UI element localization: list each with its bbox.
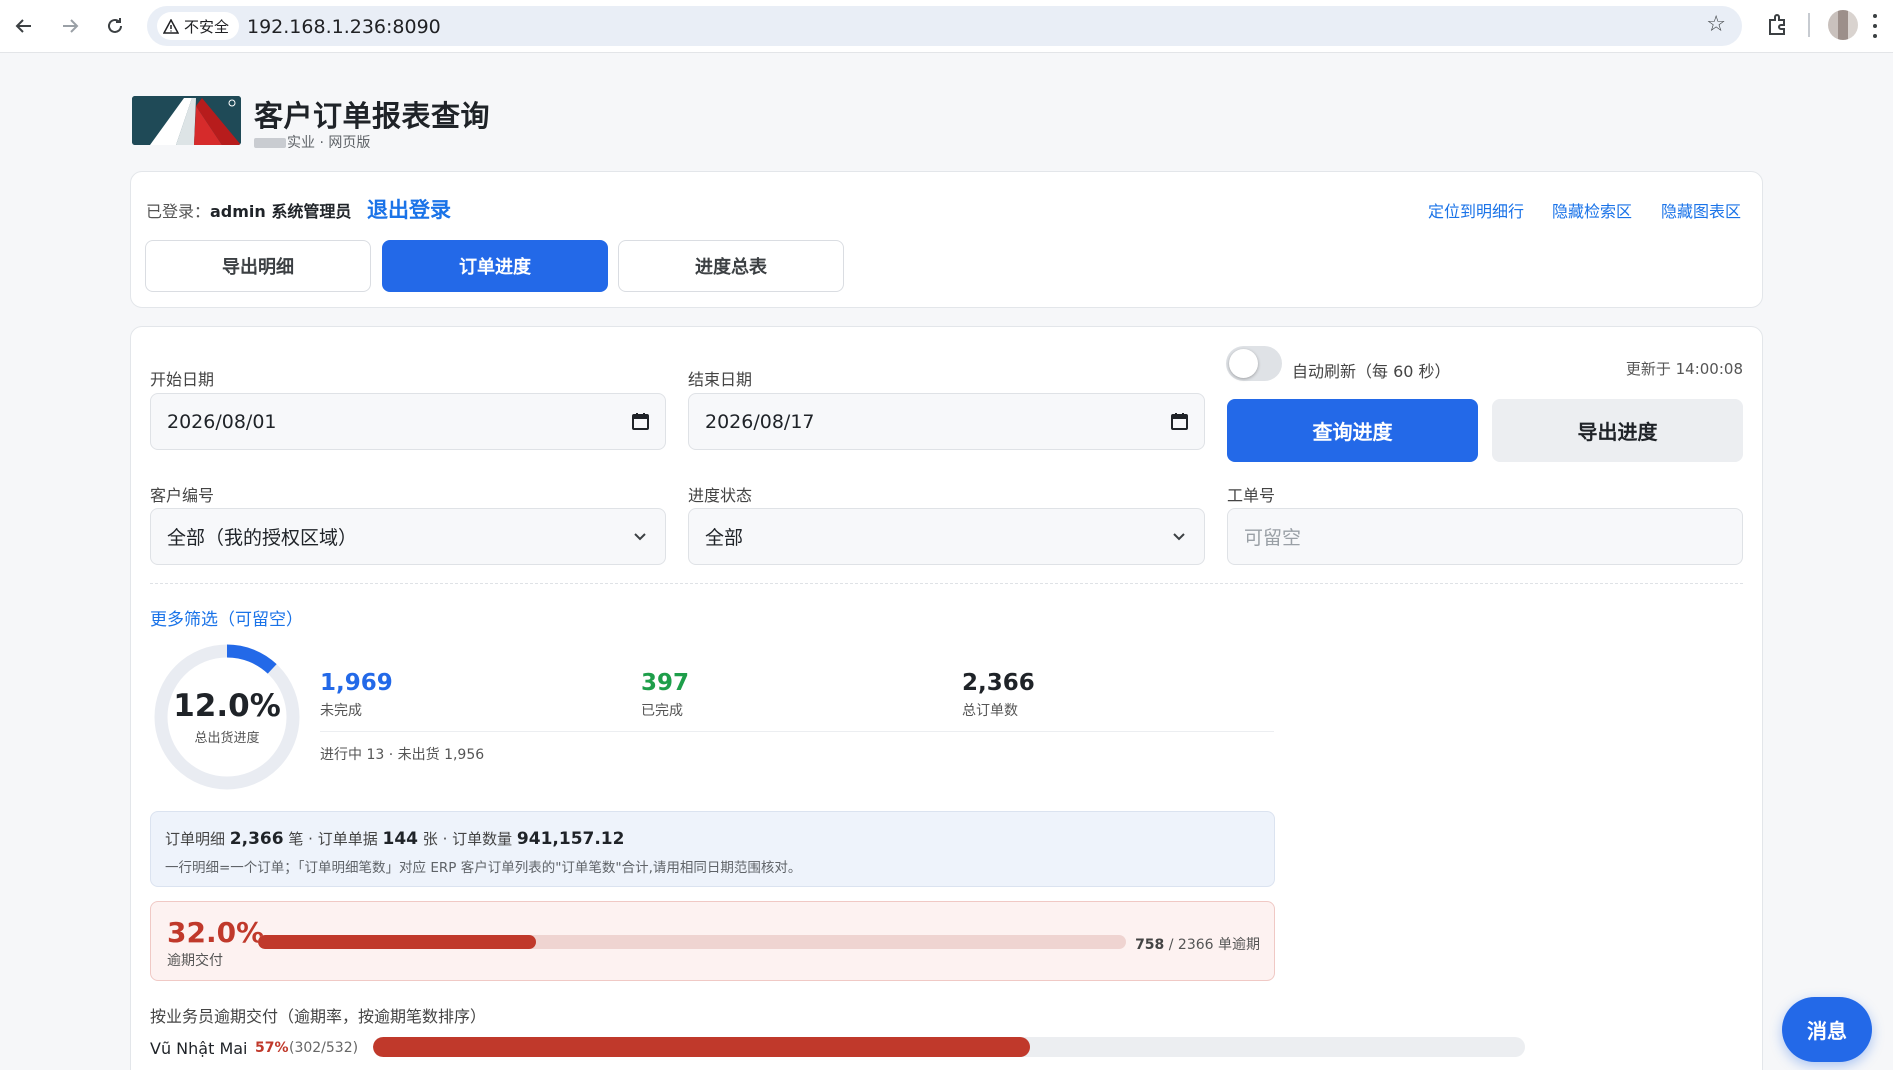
stat-complete-value: 397 — [641, 670, 690, 696]
customer-select-value: 全部（我的授权区域） — [167, 527, 358, 549]
order-info-box: 订单明细 2,366 笔 · 订单单据 144 张 · 订单数量 941,157… — [150, 811, 1275, 887]
toolbar-divider — [1808, 13, 1810, 37]
redacted-block — [254, 138, 286, 148]
stat-incomplete-value: 1,969 — [320, 670, 393, 696]
order-info-line: 订单明细 2,366 笔 · 订单单据 144 张 · 订单数量 941,157… — [165, 828, 624, 849]
doc-value: 144 — [382, 829, 419, 849]
overdue-pct: 32.0% — [167, 916, 265, 949]
company-logo — [132, 96, 241, 145]
start-date-label: 开始日期 — [150, 370, 215, 389]
detail-label: 订单明细 — [165, 830, 226, 848]
calendar-icon[interactable] — [632, 412, 649, 430]
status-select[interactable]: 全部 — [688, 508, 1205, 565]
overdue-label: 逾期交付 — [167, 953, 223, 969]
overdue-progress-fill — [258, 935, 536, 949]
auto-refresh-label: 自动刷新（每 60 秒） — [1292, 362, 1451, 381]
end-date-value: 2026/08/17 — [705, 410, 815, 433]
start-date-value: 2026/08/01 — [167, 410, 277, 433]
chevron-down-icon — [1173, 533, 1185, 541]
back-icon[interactable] — [8, 10, 40, 42]
hide-chart-link[interactable]: 隐藏图表区 — [1661, 198, 1741, 222]
separator-dot: · — [442, 830, 453, 848]
detail-value: 2,366 — [229, 829, 284, 849]
overdue-total: / 2366 单逾期 — [1168, 937, 1260, 953]
qty-value: 941,157.12 — [516, 829, 625, 849]
updated-time: 更新于 14:00:08 — [1625, 360, 1743, 378]
more-filters-link[interactable]: 更多筛选（可留空） — [150, 605, 303, 630]
customer-select[interactable]: 全部（我的授权区域） — [150, 508, 666, 565]
customer-label: 客户编号 — [150, 486, 215, 505]
bookmark-star-icon[interactable]: ☆ — [1706, 12, 1726, 37]
work-order-placeholder: 可留空 — [1244, 527, 1302, 549]
auto-refresh-toggle[interactable] — [1226, 346, 1282, 381]
work-order-label: 工单号 — [1227, 486, 1276, 505]
sales-overdue-title: 按业务员逾期交付（逾期率，按逾期笔数排序） — [150, 1007, 487, 1026]
nav-card — [130, 171, 1763, 308]
detail-unit: 笔 — [288, 830, 304, 848]
sales-rep-pct: 57% — [255, 1040, 289, 1056]
overall-progress-pct: 12.0% — [173, 688, 281, 724]
login-user: admin 系统管理员 — [210, 202, 352, 221]
stat-total-value: 2,366 — [962, 670, 1035, 696]
security-label: 不安全 — [184, 17, 230, 36]
browser-toolbar: 不安全 192.168.1.236:8090 ☆ — [0, 0, 1893, 53]
doc-label: 订单单据 — [317, 830, 378, 848]
stat-divider — [320, 731, 1274, 732]
subtitle-text: 实业 · 网页版 — [287, 135, 371, 151]
tab-export-detail[interactable]: 导出明细 — [145, 240, 371, 292]
order-info-note: 一行明细=一个订单；「订单明细笔数」对应 ERP 客户订单列表的"订单笔数"合计… — [165, 860, 802, 876]
message-button[interactable]: 消息 — [1782, 997, 1872, 1062]
export-progress-button[interactable]: 导出进度 — [1492, 399, 1743, 462]
locate-detail-link[interactable]: 定位到明细行 — [1428, 198, 1524, 222]
overall-progress-label: 总出货进度 — [194, 731, 260, 746]
query-progress-button[interactable]: 查询进度 — [1227, 399, 1478, 462]
tab-order-progress[interactable]: 订单进度 — [382, 240, 608, 292]
login-label: 已登录： — [146, 202, 211, 221]
page-title: 客户订单报表查询 — [254, 99, 491, 133]
hide-search-link[interactable]: 隐藏检索区 — [1552, 198, 1632, 222]
status-label: 进度状态 — [688, 486, 753, 505]
warning-icon — [163, 18, 179, 34]
page-subtitle: 实业 · 网页版 — [254, 132, 370, 152]
end-date-input[interactable]: 2026/08/17 — [688, 393, 1205, 450]
stat-incomplete-label: 未完成 — [320, 703, 362, 719]
address-bar[interactable]: 不安全 192.168.1.236:8090 ☆ — [147, 6, 1742, 46]
sales-rep-progress-fill — [373, 1037, 1030, 1057]
sales-rep-name: Vũ Nhật Mai — [150, 1039, 248, 1058]
overdue-count-value: 758 — [1135, 937, 1165, 953]
end-date-label: 结束日期 — [688, 370, 753, 389]
overdue-box: 32.0% 逾期交付 758 / 2366 单逾期 — [150, 901, 1275, 981]
calendar-icon[interactable] — [1171, 412, 1188, 430]
chevron-down-icon — [634, 533, 646, 541]
work-order-input[interactable]: 可留空 — [1227, 508, 1743, 565]
browser-menu-icon[interactable] — [1872, 14, 1878, 38]
in-progress-text: 进行中 13 · 未出货 1,956 — [320, 747, 485, 763]
reload-icon[interactable] — [99, 10, 131, 42]
sales-rep-progress-track — [373, 1037, 1525, 1057]
doc-unit: 张 — [422, 830, 438, 848]
separator-dot: · — [308, 830, 318, 848]
section-divider — [150, 583, 1743, 584]
tab-progress-summary[interactable]: 进度总表 — [618, 240, 844, 292]
sales-rep-count: (302/532) — [289, 1040, 359, 1056]
qty-label: 订单数量 — [452, 830, 513, 848]
stat-total-label: 总订单数 — [962, 703, 1018, 719]
overdue-count: 758 / 2366 单逾期 — [1135, 934, 1260, 954]
extensions-icon[interactable] — [1763, 11, 1791, 39]
status-select-value: 全部 — [705, 527, 744, 549]
start-date-input[interactable]: 2026/08/01 — [150, 393, 666, 450]
logout-link[interactable]: 退出登录 — [367, 194, 451, 224]
overdue-progress-track — [258, 935, 1126, 949]
stat-complete-label: 已完成 — [641, 703, 683, 719]
security-chip[interactable]: 不安全 — [157, 12, 240, 40]
forward-icon[interactable] — [54, 10, 86, 42]
url-text[interactable]: 192.168.1.236:8090 — [247, 16, 441, 38]
profile-avatar[interactable] — [1828, 10, 1858, 40]
